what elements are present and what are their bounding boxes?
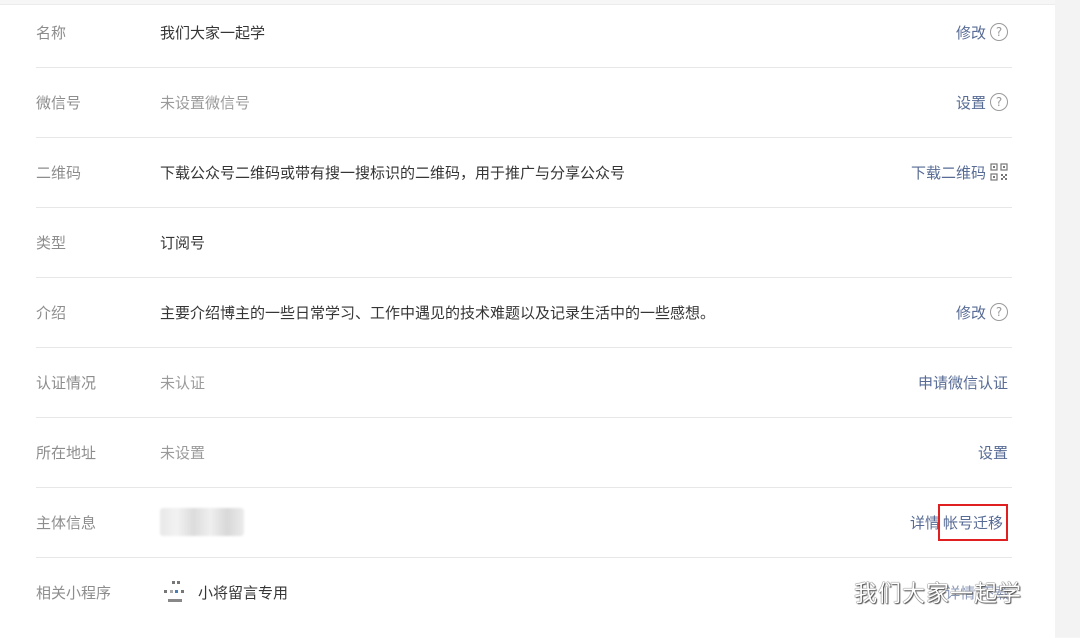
account-name-value: 我们大家一起学 xyxy=(160,23,266,42)
row-qrcode: 二维码 下载公众号二维码或带有搜一搜标识的二维码，用于推广与分享公众号 下载二维… xyxy=(36,137,1012,208)
edit-name-link[interactable]: 修改 xyxy=(956,22,986,43)
row-label: 所在地址 xyxy=(36,443,97,462)
row-mini-program: 相关小程序 小将留言专用 详情 下载 xyxy=(36,557,1012,627)
row-entity-info: 主体信息 详情 帐号迁移 xyxy=(36,487,1012,558)
help-icon[interactable]: ? xyxy=(990,23,1008,41)
row-label: 介绍 xyxy=(36,303,67,322)
apply-verification-link[interactable]: 申请微信认证 xyxy=(918,372,1008,393)
row-label: 认证情况 xyxy=(36,373,97,392)
row-label: 微信号 xyxy=(36,93,82,112)
set-wechat-id-link[interactable]: 设置 xyxy=(956,92,986,113)
download-qrcode-link[interactable]: 下载二维码 xyxy=(911,162,986,183)
redacted-block xyxy=(160,508,244,536)
row-type: 类型 订阅号 xyxy=(36,207,1012,278)
set-address-link[interactable]: 设置 xyxy=(978,442,1008,463)
mini-program-name: 小将留言专用 xyxy=(198,583,289,602)
row-wechat-id: 微信号 未设置微信号 设置 ? xyxy=(36,67,1012,138)
entity-details-link[interactable]: 详情 xyxy=(910,512,940,533)
scrollbar-track[interactable] xyxy=(1055,0,1080,637)
row-address: 所在地址 未设置 设置 xyxy=(36,417,1012,488)
help-icon[interactable]: ? xyxy=(990,93,1008,111)
edit-intro-link[interactable]: 修改 xyxy=(956,302,986,323)
row-label: 名称 xyxy=(36,23,67,42)
account-type-value: 订阅号 xyxy=(160,233,206,252)
row-intro: 介绍 主要介绍博主的一些日常学习、工作中遇见的技术难题以及记录生活中的一些感想。… xyxy=(36,277,1012,348)
row-verification: 认证情况 未认证 申请微信认证 xyxy=(36,347,1012,418)
row-label: 相关小程序 xyxy=(36,583,112,602)
row-label: 主体信息 xyxy=(36,513,97,532)
row-label: 类型 xyxy=(36,233,67,252)
account-info-panel: 名称 我们大家一起学 修改 ? 微信号 未设置微信号 设置 ? 二维码 下载公众… xyxy=(0,4,1055,638)
account-migration-link[interactable]: 帐号迁移 xyxy=(937,503,1008,541)
entity-info-redacted xyxy=(160,487,244,557)
wechat-id-value: 未设置微信号 xyxy=(160,93,251,112)
help-icon[interactable]: ? xyxy=(990,303,1008,321)
mini-program-item: 小将留言专用 xyxy=(160,557,288,627)
address-value: 未设置 xyxy=(160,443,206,462)
intro-value: 主要介绍博主的一些日常学习、工作中遇见的技术难题以及记录生活中的一些感想。 xyxy=(160,303,716,322)
qrcode-description: 下载公众号二维码或带有搜一搜标识的二维码，用于推广与分享公众号 xyxy=(160,163,626,182)
row-label: 二维码 xyxy=(36,163,82,182)
mini-program-actions-link[interactable]: 详情 下载 xyxy=(945,582,1010,603)
verification-value: 未认证 xyxy=(160,373,206,392)
row-name: 名称 我们大家一起学 修改 ? xyxy=(36,0,1012,68)
mini-program-logo-icon xyxy=(160,577,190,607)
qrcode-icon[interactable] xyxy=(990,163,1008,181)
